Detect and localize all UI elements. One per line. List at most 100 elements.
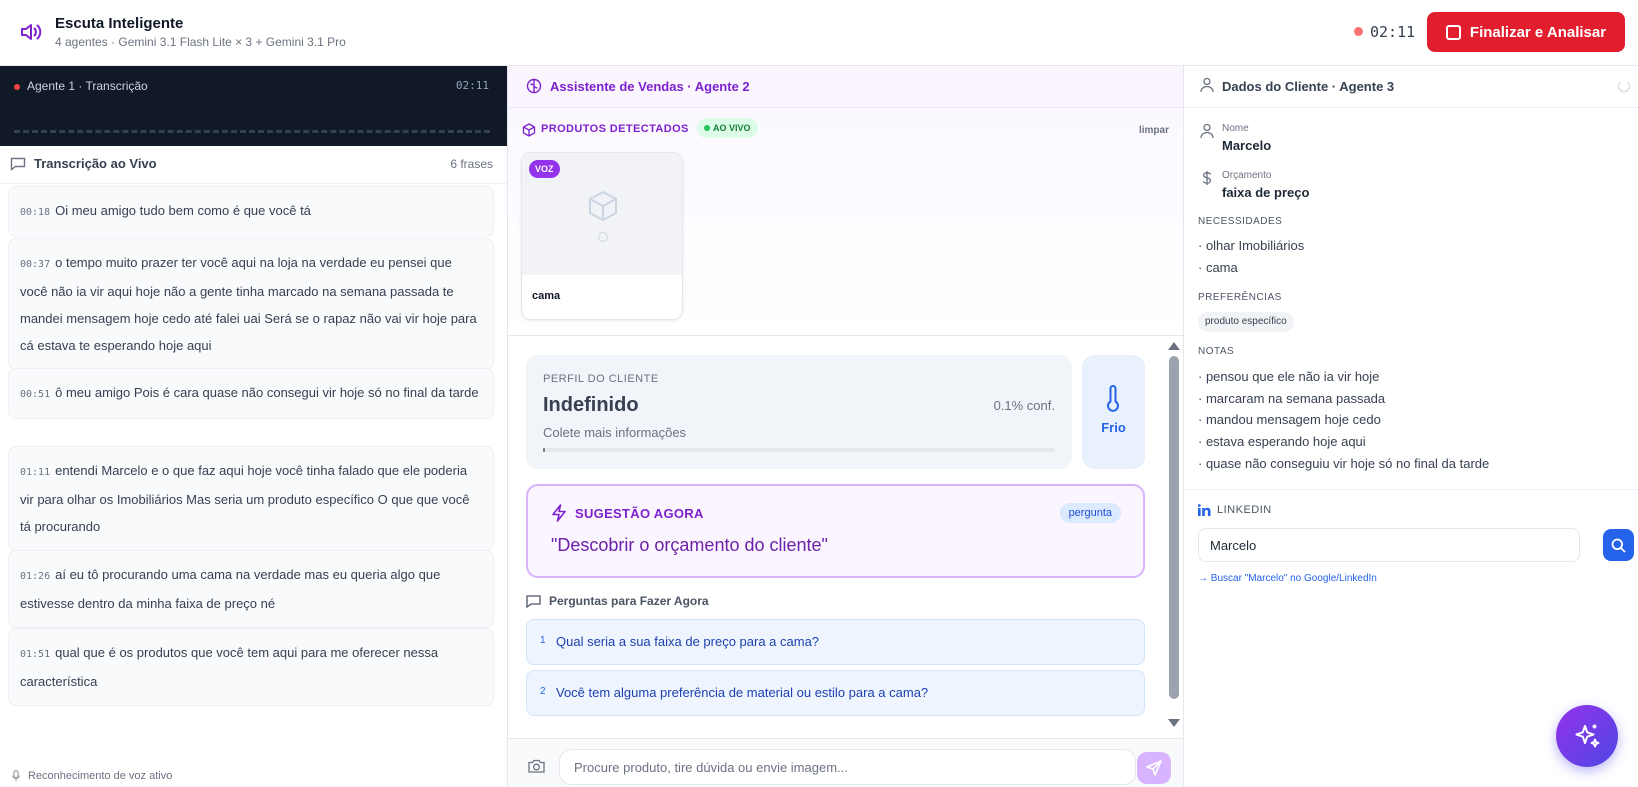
transcript-item: 01:26 aí eu tô procurando uma cama na ver… <box>8 550 494 628</box>
scrollbar-thumb[interactable] <box>1169 356 1179 699</box>
client-budget: faixa de preço <box>1222 185 1310 200</box>
product-name: cama <box>532 290 561 302</box>
stop-icon <box>1445 24 1461 40</box>
profile-value: Indefinido <box>543 394 639 416</box>
dollar-icon <box>1202 171 1212 185</box>
chat-icon <box>526 594 541 608</box>
audio-waveform <box>14 130 490 133</box>
client-title: Dados do Cliente · Agente 3 <box>1222 79 1395 94</box>
scroll-up-arrow[interactable] <box>1168 342 1180 350</box>
finish-analyze-label: Finalizar e Analisar <box>1469 23 1607 41</box>
divider <box>1184 489 1638 490</box>
scrollbar[interactable] <box>1167 337 1181 737</box>
linkedin-header: LINKEDIN <box>1198 504 1272 516</box>
lightning-icon <box>552 504 566 522</box>
preferences-label: PREFERÊNCIAS <box>1198 292 1282 303</box>
note-item: · marcaram na semana passada <box>1198 391 1386 406</box>
suggestion-card: SUGESTÃO AGORA pergunta "Descobrir o orç… <box>526 484 1145 578</box>
transcript-item: 01:51 qual que é os produtos que você tem… <box>8 628 494 706</box>
suggestion-text: "Descobrir o orçamento do cliente" <box>551 535 828 555</box>
product-card[interactable]: VOZ cama <box>521 152 683 320</box>
suggestion-tag: pergunta <box>1059 503 1121 523</box>
transcript-time: 01:26 <box>20 571 51 582</box>
linkedin-search-button[interactable] <box>1603 529 1634 561</box>
note-item: · mandou mensagem hoje cedo <box>1198 412 1381 427</box>
needs-label: NECESSIDADES <box>1198 216 1283 227</box>
agent1-audio-bar: Agente 1 · Transcrição 02:11 <box>0 66 507 146</box>
app-header: Escuta Inteligente 4 agentes · Gemini 3.… <box>0 0 1638 66</box>
assistant-input[interactable] <box>559 749 1136 785</box>
transcript-text: ô meu amigo Pois é cara quase não conseg… <box>55 385 479 400</box>
recording-indicator <box>1354 27 1363 36</box>
detected-products-section: PRODUTOS DETECTADOS AO VIVO limpar VOZ c… <box>508 108 1183 336</box>
transcript-time: 01:51 <box>20 649 51 660</box>
client-data-panel: Dados do Cliente · Agente 3 Nome Marcelo… <box>1184 66 1638 787</box>
transcript-time: 01:11 <box>20 467 51 478</box>
live-dot <box>14 84 20 90</box>
transcription-header: Transcrição ao Vivo 6 frases <box>0 146 507 184</box>
transcription-title: Transcrição ao Vivo <box>34 156 157 171</box>
user-icon <box>1200 123 1214 139</box>
assistant-scroll-area: PERFIL DO CLIENTE Indefinido 0.1% conf. … <box>508 337 1183 737</box>
question-item[interactable]: 1 Qual seria a sua faixa de preço para a… <box>526 619 1145 665</box>
finish-analyze-button[interactable]: Finalizar e Analisar <box>1427 12 1625 52</box>
composer-bar <box>508 738 1183 787</box>
sales-assistant-panel: Assistente de Vendas · Agente 2 PRODUTOS… <box>508 66 1184 787</box>
live-badge: AO VIVO <box>697 118 758 138</box>
thermometer-icon <box>1107 385 1119 412</box>
profile-confidence: 0.1% conf. <box>993 398 1055 413</box>
recording-timer: 02:11 <box>1370 23 1416 41</box>
question-item[interactable]: 2 Você tem alguma preferência de materia… <box>526 670 1145 716</box>
camera-icon[interactable] <box>528 759 545 773</box>
question-text: Qual seria a sua faixa de preço para a c… <box>556 634 820 649</box>
scroll-down-arrow[interactable] <box>1168 719 1180 727</box>
client-profile-card: PERFIL DO CLIENTE Indefinido 0.1% conf. … <box>526 355 1072 469</box>
questions-label: Perguntas para Fazer Agora <box>549 594 709 608</box>
app-title: Escuta Inteligente <box>55 15 184 32</box>
transcript-item: 00:51 ô meu amigo Pois é cara quase não c… <box>8 368 494 419</box>
question-number: 2 <box>540 686 546 697</box>
google-linkedin-search-link[interactable]: → Buscar "Marcelo" no Google/LinkedIn <box>1198 573 1377 584</box>
name-label: Nome <box>1222 123 1249 134</box>
confidence-bar-fill <box>543 448 545 452</box>
microphone-icon <box>12 770 20 782</box>
ai-assistant-fab[interactable] <box>1556 705 1618 767</box>
confidence-bar <box>543 448 1055 452</box>
questions-header: Perguntas para Fazer Agora <box>526 594 709 608</box>
transcript-text: entendi Marcelo e o que faz aqui hoje vo… <box>20 463 470 534</box>
search-icon <box>1611 538 1626 553</box>
note-item: · quase não conseguiu vir hoje só no fin… <box>1198 456 1490 471</box>
detected-products-label: PRODUTOS DETECTADOS <box>541 123 689 135</box>
transcript-item: 00:18 Oi meu amigo tudo bem como é que vo… <box>8 186 494 237</box>
profile-hint: Colete mais informações <box>543 425 687 440</box>
clear-products-button[interactable]: limpar <box>1139 125 1169 136</box>
need-item: · olhar Imobiliários <box>1198 238 1305 253</box>
budget-label: Orçamento <box>1222 170 1272 181</box>
linkedin-label: LINKEDIN <box>1217 504 1272 516</box>
voice-badge: VOZ <box>529 160 560 178</box>
package-icon <box>522 123 536 137</box>
voice-status: Reconhecimento de voz ativo <box>12 770 172 782</box>
transcript-time: 00:37 <box>20 259 51 270</box>
transcription-panel: Agente 1 · Transcrição 02:11 Transcrição… <box>0 66 508 787</box>
agent1-label: Agente 1 · Transcrição <box>27 79 148 93</box>
temperature-label: Frio <box>1101 420 1126 435</box>
voice-status-label: Reconhecimento de voz ativo <box>28 770 173 782</box>
client-name: Marcelo <box>1222 138 1272 153</box>
question-text: Você tem alguma preferência de material … <box>556 685 929 700</box>
loading-spinner <box>598 232 608 242</box>
client-header: Dados do Cliente · Agente 3 <box>1184 66 1638 108</box>
sparkles-icon <box>1575 724 1600 748</box>
send-button[interactable] <box>1137 752 1171 784</box>
linkedin-icon <box>1198 504 1211 516</box>
loading-spinner <box>1618 80 1630 92</box>
user-icon <box>1200 77 1214 93</box>
agent1-timer: 02:11 <box>455 79 489 92</box>
temperature-card: Frio <box>1082 355 1145 469</box>
transcript-text: Oi meu amigo tudo bem como é que você tá <box>55 203 311 218</box>
chat-icon <box>10 157 26 171</box>
linkedin-search-input[interactable] <box>1198 528 1580 562</box>
phrase-count: 6 frases <box>450 157 493 171</box>
app-subtitle: 4 agentes · Gemini 3.1 Flash Lite × 3 + … <box>55 35 346 49</box>
suggestion-label: SUGESTÃO AGORA <box>575 506 704 521</box>
